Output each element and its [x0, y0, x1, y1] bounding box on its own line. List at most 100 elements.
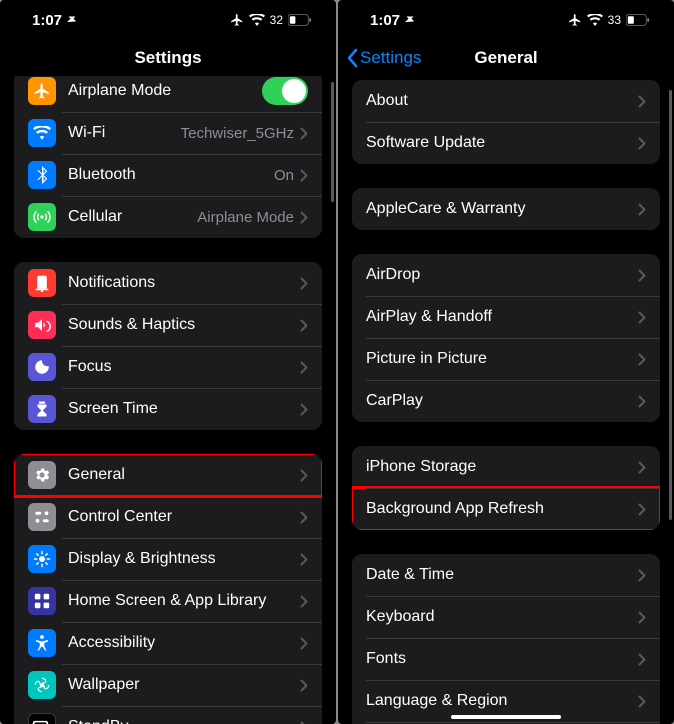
- back-label: Settings: [360, 48, 421, 68]
- bluetooth-icon: [28, 161, 56, 189]
- row-picture-in-picture[interactable]: Picture in Picture: [352, 338, 660, 380]
- row-label: Software Update: [366, 134, 638, 152]
- chevron-right-icon: [638, 311, 646, 324]
- chevron-right-icon: [300, 211, 308, 224]
- general-group: About Software Update: [352, 80, 660, 164]
- chevron-right-icon: [638, 569, 646, 582]
- nav-header: Settings General: [338, 40, 674, 76]
- standby-icon: [28, 713, 56, 724]
- row-airplay-handoff[interactable]: AirPlay & Handoff: [352, 296, 660, 338]
- row-label: iPhone Storage: [366, 458, 638, 476]
- row-label: Screen Time: [68, 400, 300, 418]
- row-airplane-mode[interactable]: Airplane Mode: [14, 76, 322, 112]
- row-label: Cellular: [68, 208, 197, 226]
- general-screen-right: 1:07 33 Settings General About Software U…: [338, 0, 674, 724]
- row-notifications[interactable]: Notifications: [14, 262, 322, 304]
- row-screen-time[interactable]: Screen Time: [14, 388, 322, 430]
- row-accessibility[interactable]: Accessibility: [14, 622, 322, 664]
- row-display-brightness[interactable]: Display & Brightness: [14, 538, 322, 580]
- airplane-mode-icon: [230, 13, 244, 27]
- wallpaper-icon: [28, 671, 56, 699]
- settings-group: Notifications Sounds & Haptics Focus Screen…: [14, 262, 322, 430]
- row-keyboard[interactable]: Keyboard: [352, 596, 660, 638]
- row-wallpaper[interactable]: Wallpaper: [14, 664, 322, 706]
- row-label: General: [68, 466, 300, 484]
- chevron-right-icon: [300, 511, 308, 524]
- chevron-right-icon: [638, 395, 646, 408]
- chevron-right-icon: [638, 503, 646, 516]
- row-about[interactable]: About: [352, 80, 660, 122]
- scroll-indicator[interactable]: [669, 90, 672, 520]
- row-focus[interactable]: Focus: [14, 346, 322, 388]
- screentime-icon: [28, 395, 56, 423]
- row-detail: On: [274, 167, 294, 184]
- row-sounds-haptics[interactable]: Sounds & Haptics: [14, 304, 322, 346]
- chevron-right-icon: [300, 553, 308, 566]
- row-wi-fi[interactable]: Wi-FiTechwiser_5GHz: [14, 112, 322, 154]
- battery-icon: [288, 14, 312, 26]
- chevron-right-icon: [638, 353, 646, 366]
- row-label: Background App Refresh: [366, 500, 638, 518]
- row-label: Sounds & Haptics: [68, 316, 300, 334]
- general-icon: [28, 461, 56, 489]
- row-home-screen-app-library[interactable]: Home Screen & App Library: [14, 580, 322, 622]
- chevron-right-icon: [300, 319, 308, 332]
- row-label: Keyboard: [366, 608, 638, 626]
- airplane-mode-icon: [568, 13, 582, 27]
- chevron-right-icon: [300, 403, 308, 416]
- wifi-icon: [249, 14, 265, 26]
- status-time: 1:07: [370, 12, 400, 29]
- row-detail: Airplane Mode: [197, 209, 294, 226]
- row-carplay[interactable]: CarPlay: [352, 380, 660, 422]
- row-general[interactable]: General: [14, 454, 322, 496]
- battery-icon: [626, 14, 650, 26]
- home-indicator[interactable]: [451, 715, 561, 719]
- chevron-left-icon: [346, 48, 358, 68]
- general-group: AppleCare & Warranty: [352, 188, 660, 230]
- row-applecare-warranty[interactable]: AppleCare & Warranty: [352, 188, 660, 230]
- row-label: About: [366, 92, 638, 110]
- row-background-app-refresh[interactable]: Background App Refresh: [352, 488, 660, 530]
- row-label: CarPlay: [366, 392, 638, 410]
- row-label: AppleCare & Warranty: [366, 200, 638, 218]
- chevron-right-icon: [300, 277, 308, 290]
- chevron-right-icon: [638, 137, 646, 150]
- row-label: AirDrop: [366, 266, 638, 284]
- status-time: 1:07: [32, 12, 62, 29]
- settings-list[interactable]: Airplane ModeWi-FiTechwiser_5GHzBluetoot…: [0, 76, 336, 724]
- row-software-update[interactable]: Software Update: [352, 122, 660, 164]
- row-standby[interactable]: StandBy: [14, 706, 322, 724]
- row-date-time[interactable]: Date & Time: [352, 554, 660, 596]
- row-label: Wi-Fi: [68, 124, 181, 142]
- row-cellular[interactable]: CellularAirplane Mode: [14, 196, 322, 238]
- chevron-right-icon: [300, 637, 308, 650]
- focus-icon: [28, 353, 56, 381]
- row-fonts[interactable]: Fonts: [352, 638, 660, 680]
- back-button[interactable]: Settings: [346, 48, 421, 68]
- page-title: Settings: [134, 48, 201, 68]
- row-label: AirPlay & Handoff: [366, 308, 638, 326]
- chevron-right-icon: [638, 695, 646, 708]
- settings-group: General Control CenterDisplay & Brightnes…: [14, 454, 322, 724]
- chevron-right-icon: [300, 361, 308, 374]
- chevron-right-icon: [300, 127, 308, 140]
- toggle-airplane-mode[interactable]: [262, 77, 308, 105]
- row-airdrop[interactable]: AirDrop: [352, 254, 660, 296]
- chevron-right-icon: [638, 95, 646, 108]
- chevron-right-icon: [300, 469, 308, 482]
- battery-percent: 32: [270, 13, 283, 27]
- chevron-right-icon: [638, 461, 646, 474]
- row-iphone-storage[interactable]: iPhone Storage: [352, 446, 660, 488]
- row-label: Bluetooth: [68, 166, 274, 184]
- notifications-icon: [28, 269, 56, 297]
- row-bluetooth[interactable]: BluetoothOn: [14, 154, 322, 196]
- row-label: StandBy: [68, 718, 300, 724]
- row-control-center[interactable]: Control Center: [14, 496, 322, 538]
- row-label: Accessibility: [68, 634, 300, 652]
- cellular-icon: [28, 203, 56, 231]
- general-list[interactable]: About Software Update AppleCare & Warranty…: [338, 80, 674, 724]
- wifi-icon: [28, 119, 56, 147]
- scroll-indicator[interactable]: [331, 82, 334, 202]
- status-bar: 1:07 33: [338, 0, 674, 40]
- status-bar: 1:07 32: [0, 0, 336, 40]
